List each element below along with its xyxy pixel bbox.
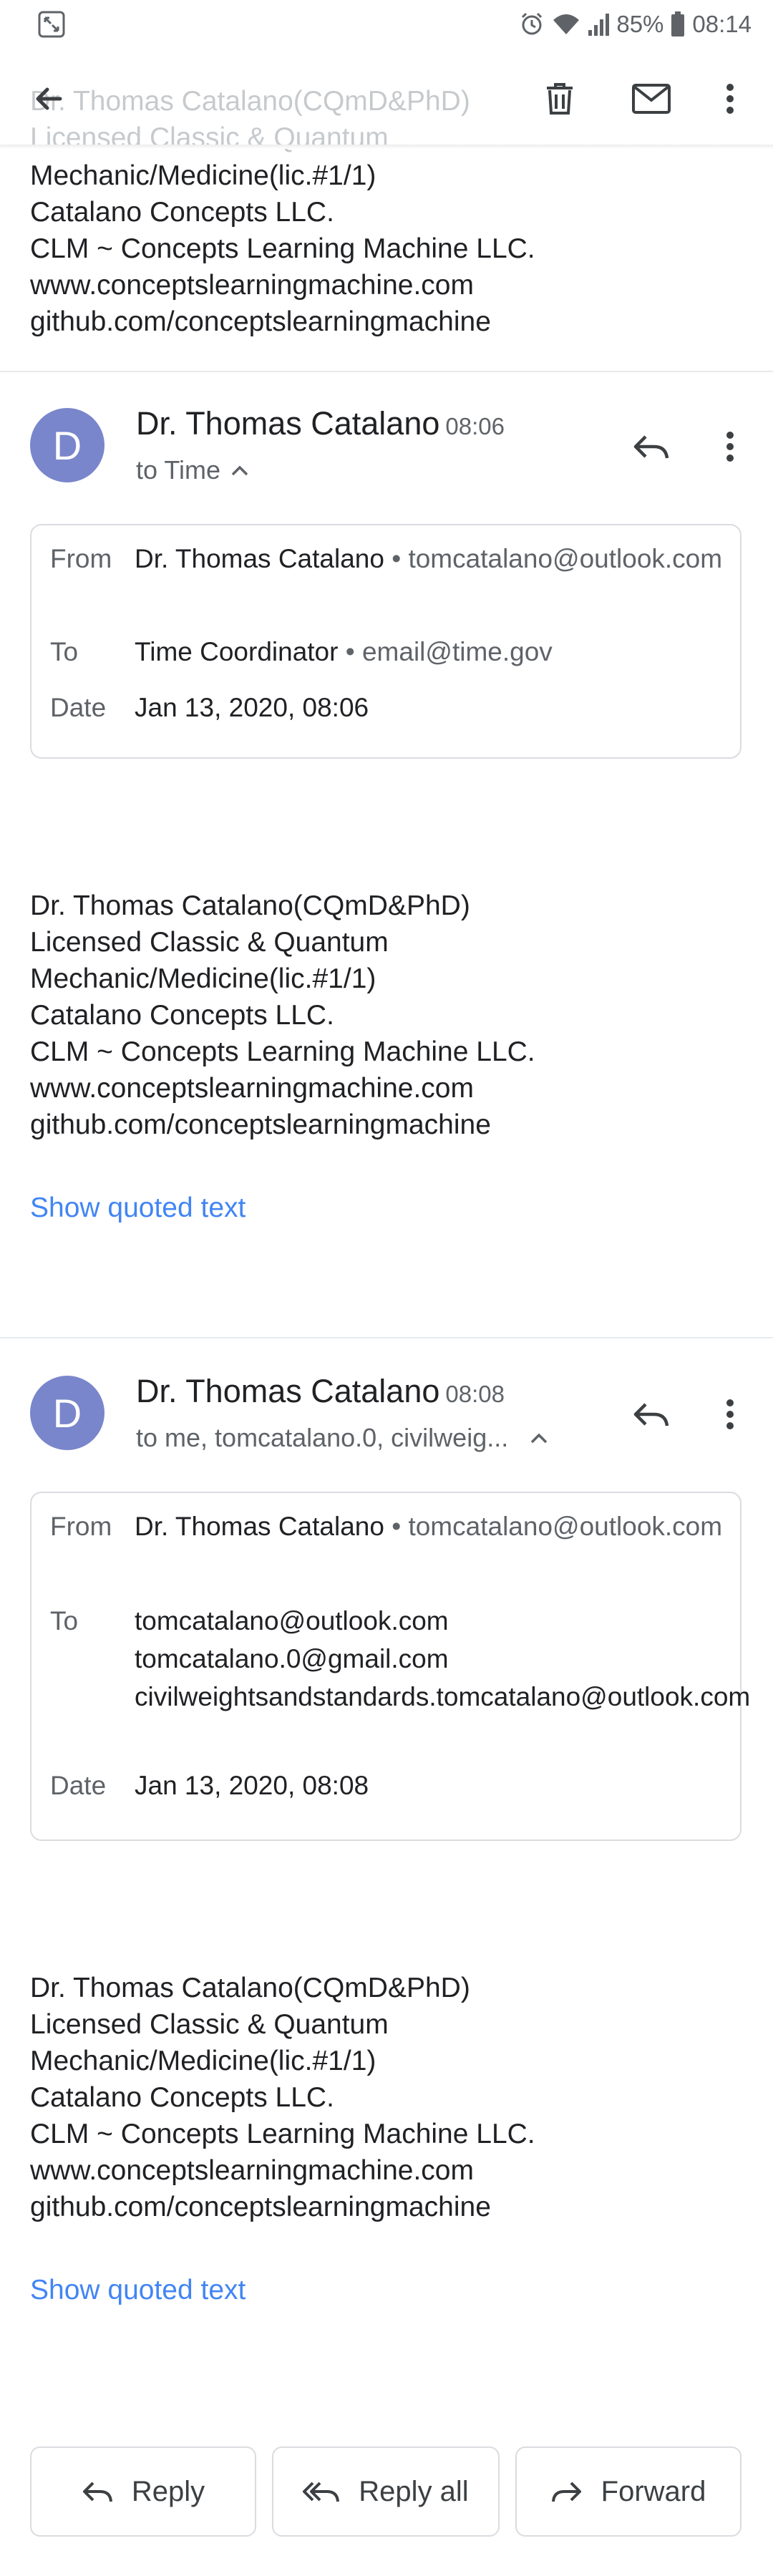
message-details-card: From Dr. Thomas Catalano • tomcatalano@o… bbox=[30, 524, 742, 759]
battery-icon bbox=[671, 11, 685, 37]
forward-button-label: Forward bbox=[601, 2475, 706, 2507]
email-body-signature: Dr. Thomas Catalano(CQmD&PhD) Licensed C… bbox=[30, 890, 535, 1140]
to-list: tomcatalano@outlook.com tomcatalano.0@gm… bbox=[135, 1602, 750, 1716]
message-time: 08:08 bbox=[445, 1381, 505, 1407]
reply-icon bbox=[82, 2482, 112, 2502]
sender-name: Dr. Thomas Catalano 08:06 bbox=[136, 405, 505, 442]
from-email: tomcatalano@outlook.com bbox=[408, 1512, 723, 1541]
show-quoted-text-link[interactable]: Show quoted text bbox=[30, 1192, 245, 1224]
alarm-icon bbox=[519, 11, 545, 37]
from-email: tomcatalano@outlook.com bbox=[408, 544, 723, 573]
recipients-text: to Time bbox=[136, 455, 221, 485]
email-body-signature: Mechanic/Medicine(lic.#1/1) Catalano Con… bbox=[30, 160, 535, 337]
wifi-icon bbox=[552, 11, 580, 37]
message-more-icon[interactable] bbox=[703, 1387, 757, 1442]
to-email: email@time.gov bbox=[361, 637, 553, 666]
forward-button[interactable]: Forward bbox=[515, 2446, 742, 2537]
to-label: To bbox=[50, 637, 79, 666]
clock-time: 08:14 bbox=[692, 11, 752, 37]
reply-all-button-label: Reply all bbox=[359, 2475, 469, 2507]
signal-icon bbox=[588, 11, 610, 37]
sender-name-text: Dr. Thomas Catalano bbox=[136, 405, 440, 442]
reply-icon[interactable] bbox=[624, 419, 679, 474]
date-label: Date bbox=[50, 693, 107, 722]
date-value: Jan 13, 2020, 08:08 bbox=[135, 1771, 369, 1800]
to-recipient: tomcatalano@outlook.com bbox=[135, 1606, 449, 1635]
reply-all-button[interactable]: Reply all bbox=[272, 2446, 500, 2537]
from-name: Dr. Thomas Catalano bbox=[135, 1512, 384, 1541]
show-quoted-text-link[interactable]: Show quoted text bbox=[30, 2275, 245, 2306]
screen-expand-icon bbox=[37, 10, 66, 39]
back-arrow-icon[interactable] bbox=[21, 72, 76, 126]
recipients-summary[interactable]: to Time bbox=[136, 455, 249, 485]
from-label: From bbox=[50, 1512, 112, 1541]
message-divider bbox=[0, 1337, 773, 1338]
to-recipient: civilweightsandstandards.tomcatalano@out… bbox=[135, 1682, 751, 1711]
sender-avatar[interactable]: D bbox=[30, 408, 104, 482]
to-label: To bbox=[50, 1606, 79, 1635]
from-value: Dr. Thomas Catalano • tomcatalano@outloo… bbox=[135, 1512, 723, 1541]
reply-button-label: Reply bbox=[131, 2475, 205, 2507]
chevron-up-icon bbox=[231, 465, 248, 476]
message-time: 08:06 bbox=[445, 413, 505, 439]
status-icons: 85% 08:14 bbox=[519, 7, 752, 42]
reply-icon[interactable] bbox=[624, 1387, 679, 1442]
message-divider bbox=[0, 371, 773, 372]
message-more-icon[interactable] bbox=[703, 419, 757, 474]
app-bar-shadow bbox=[0, 145, 773, 149]
forward-icon bbox=[551, 2482, 581, 2502]
from-label: From bbox=[50, 544, 112, 573]
reply-button[interactable]: Reply bbox=[30, 2446, 256, 2537]
date-label: Date bbox=[50, 1771, 107, 1800]
battery-percent: 85% bbox=[616, 11, 664, 37]
to-value: Time Coordinator • email@time.gov bbox=[135, 637, 553, 666]
email-body-signature: Dr. Thomas Catalano(CQmD&PhD) Licensed C… bbox=[30, 1973, 535, 2222]
chevron-up-icon bbox=[530, 1433, 548, 1444]
sender-name: Dr. Thomas Catalano 08:08 bbox=[136, 1373, 505, 1410]
delete-icon[interactable] bbox=[533, 72, 587, 126]
from-name: Dr. Thomas Catalano bbox=[135, 544, 384, 573]
from-value: Dr. Thomas Catalano • tomcatalano@outloo… bbox=[135, 544, 723, 573]
to-name: Time Coordinator bbox=[135, 637, 339, 666]
more-options-icon[interactable] bbox=[703, 72, 757, 126]
app-bar bbox=[0, 49, 773, 149]
sender-avatar[interactable]: D bbox=[30, 1376, 104, 1450]
recipients-text: to me, tomcatalano.0, civilweig... bbox=[136, 1423, 509, 1452]
mark-unread-icon[interactable] bbox=[624, 72, 679, 126]
recipients-summary[interactable]: to me, tomcatalano.0, civilweig... bbox=[136, 1423, 548, 1453]
message-details-card: From Dr. Thomas Catalano • tomcatalano@o… bbox=[30, 1492, 750, 1841]
status-bar: 85% 08:14 bbox=[0, 0, 773, 49]
date-value: Jan 13, 2020, 08:06 bbox=[135, 693, 369, 722]
to-recipient: tomcatalano.0@gmail.com bbox=[135, 1644, 449, 1673]
sender-name-text: Dr. Thomas Catalano bbox=[136, 1373, 440, 1409]
reply-all-icon bbox=[303, 2482, 340, 2502]
